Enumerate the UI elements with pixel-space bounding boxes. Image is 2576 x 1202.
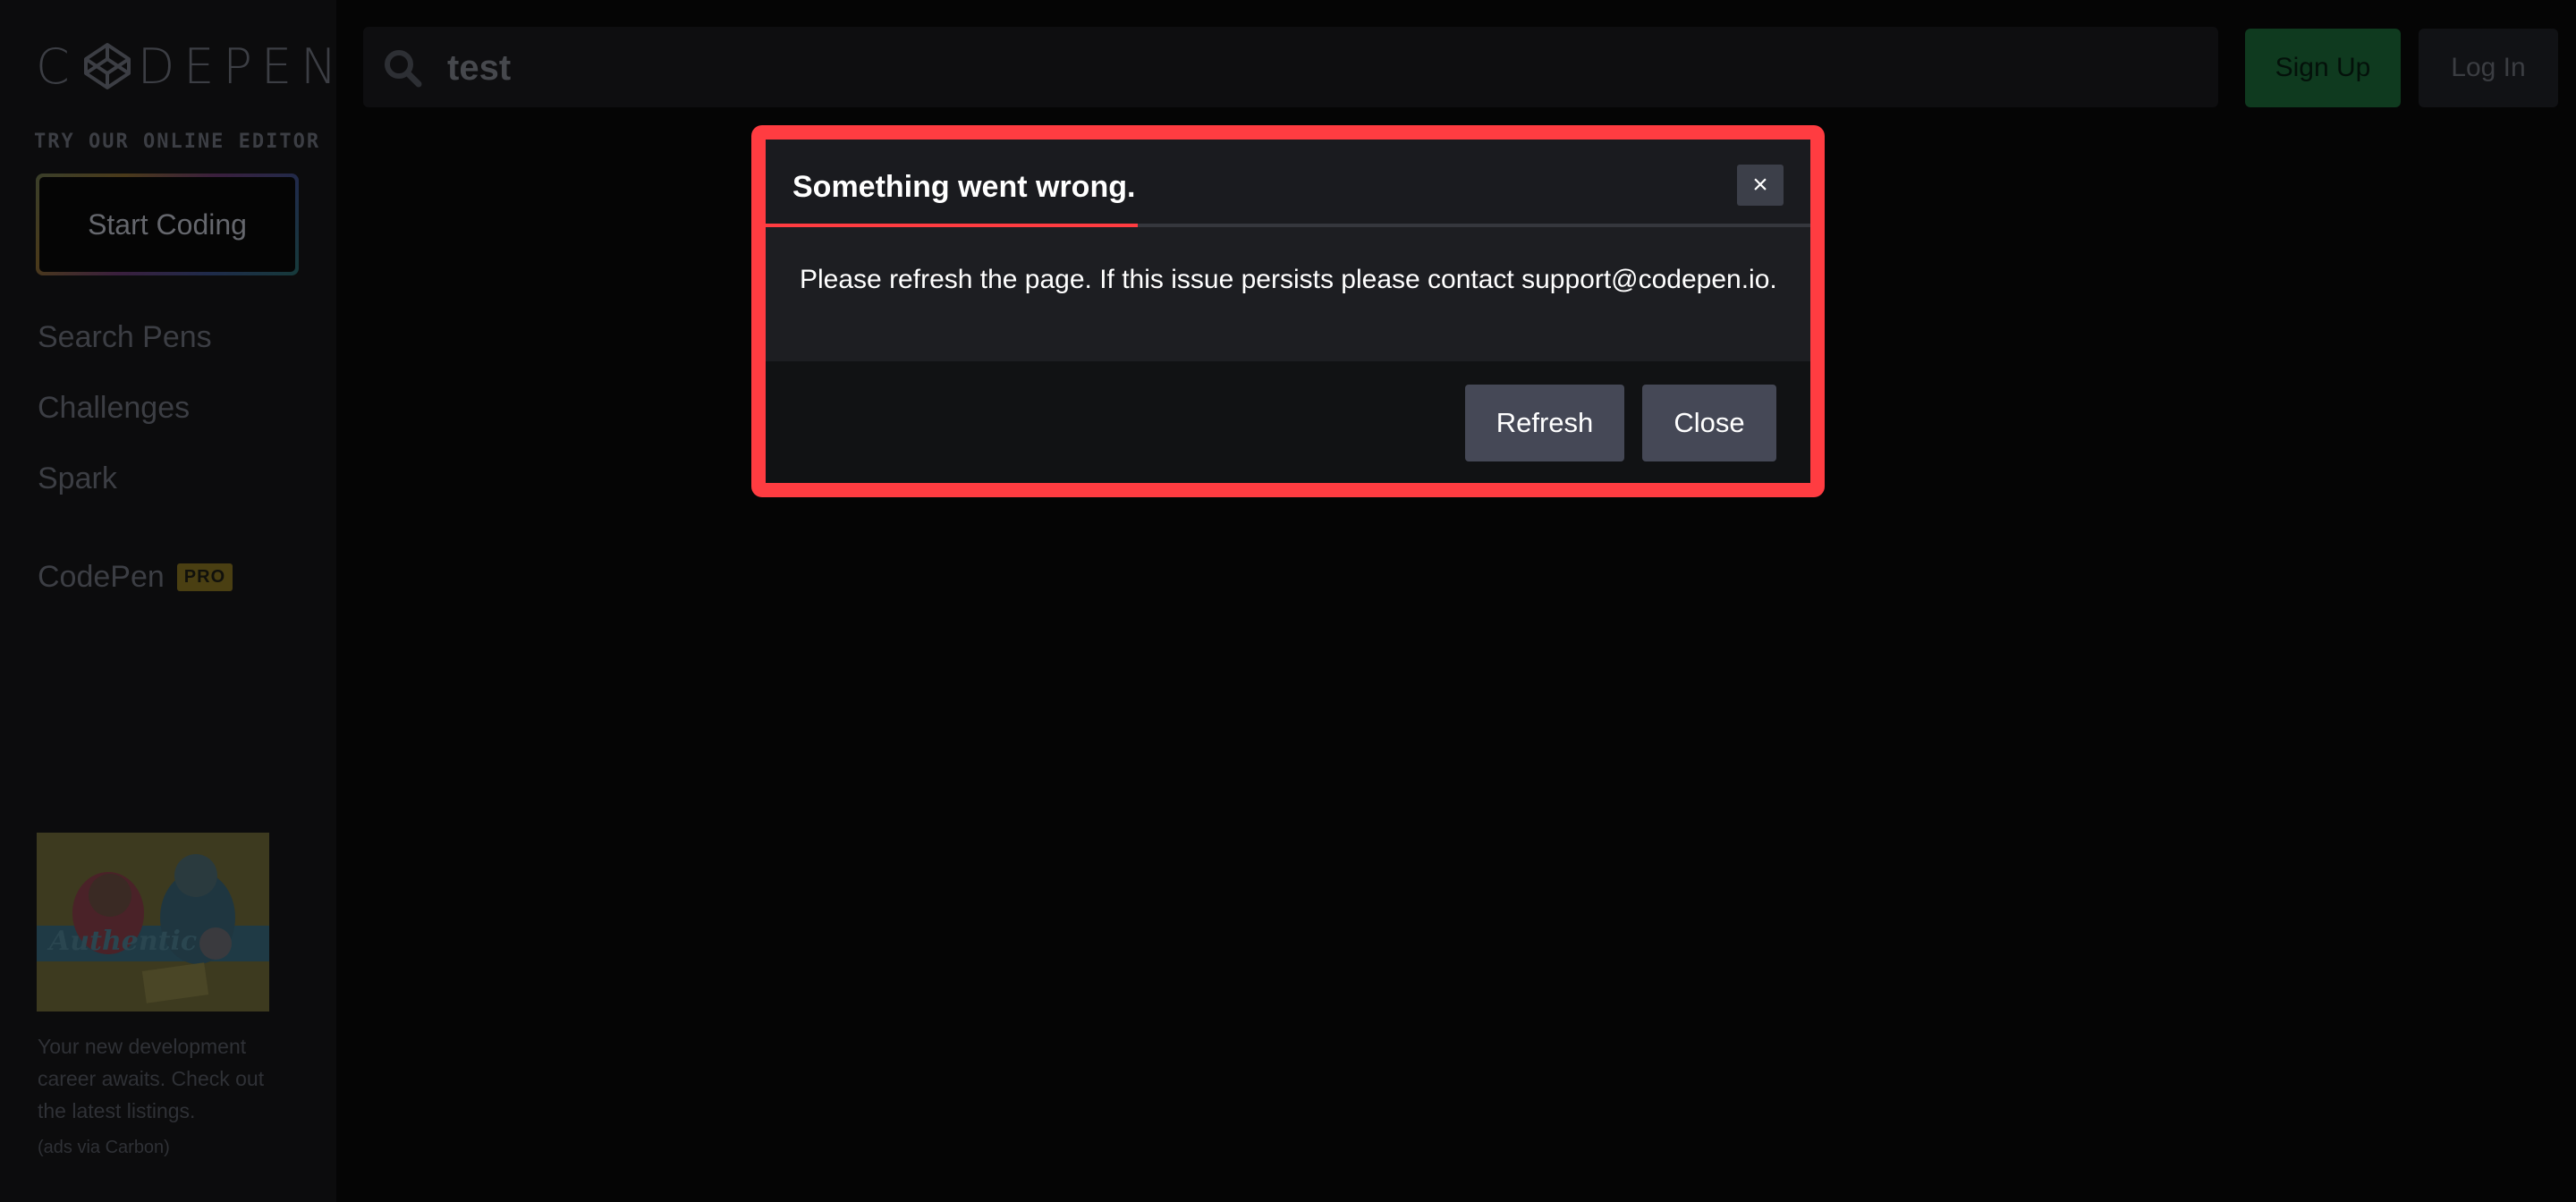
- ad-via-carbon[interactable]: (ads via Carbon): [38, 1138, 170, 1158]
- logo-letters-depen: DEPEN: [137, 38, 346, 95]
- nav-challenges[interactable]: Challenges: [38, 391, 190, 426]
- modal-title: Something went wrong.: [792, 170, 1136, 204]
- ad-illustration: [37, 833, 269, 1012]
- codepen-cube-icon: [83, 43, 131, 89]
- search-input[interactable]: [445, 27, 2148, 109]
- modal-header: Something went wrong. ×: [766, 140, 1810, 227]
- sidebar: C DEPEN TRY OUR ONLINE EDITOR Start Codi…: [0, 0, 337, 1202]
- search-bar[interactable]: [363, 27, 2218, 109]
- codepen-pro-link[interactable]: CodePen PRO: [38, 560, 233, 595]
- sign-up-button[interactable]: Sign Up: [2245, 29, 2401, 107]
- nav-search-pens[interactable]: Search Pens: [38, 320, 212, 355]
- error-modal: Something went wrong. × Please refresh t…: [766, 140, 1810, 483]
- try-editor-label: TRY OUR ONLINE EDITOR: [34, 131, 321, 153]
- modal-header-accent: [766, 224, 1138, 227]
- ad-text[interactable]: Your new development career awaits. Chec…: [38, 1030, 279, 1127]
- search-icon: [385, 50, 422, 88]
- ad-image[interactable]: Authentic: [37, 833, 269, 1012]
- close-icon[interactable]: ×: [1737, 165, 1784, 206]
- codepen-pro-label: CodePen: [38, 560, 165, 594]
- modal-footer: Refresh Close: [766, 361, 1810, 483]
- start-coding-button[interactable]: Start Coding: [36, 174, 299, 275]
- nav-spark[interactable]: Spark: [38, 461, 117, 496]
- modal-message: Please refresh the page. If this issue p…: [800, 265, 1777, 294]
- ad-image-text: Authentic: [49, 926, 198, 957]
- log-in-button[interactable]: Log In: [2419, 29, 2558, 107]
- start-coding-label: Start Coding: [39, 177, 295, 272]
- logo-letter-c: C: [36, 38, 79, 95]
- codepen-logo[interactable]: C DEPEN: [36, 38, 346, 95]
- close-button[interactable]: Close: [1642, 385, 1776, 461]
- pro-badge: PRO: [176, 563, 233, 591]
- refresh-button[interactable]: Refresh: [1465, 385, 1624, 461]
